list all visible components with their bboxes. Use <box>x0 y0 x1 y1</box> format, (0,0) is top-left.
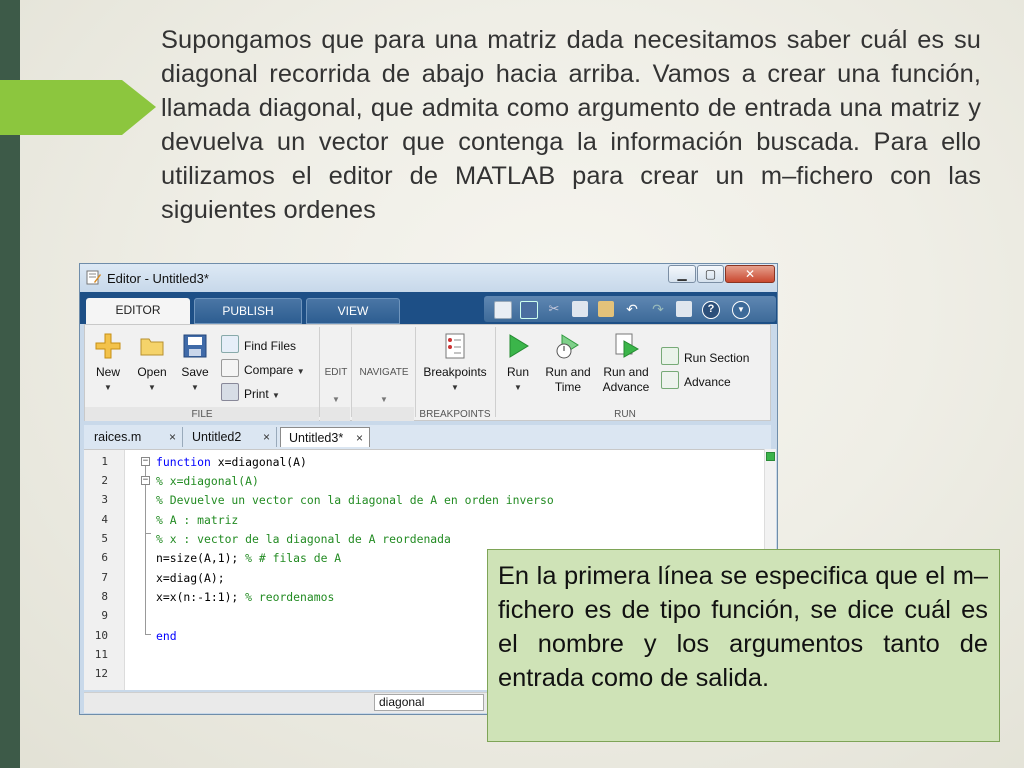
fold-toggle[interactable]: − <box>141 457 150 466</box>
tab-editor[interactable]: EDITOR <box>86 298 190 324</box>
close-tab-icon[interactable]: × <box>356 428 363 448</box>
code-line: function x=diagonal(A) <box>156 455 307 469</box>
save-icon[interactable] <box>520 301 538 319</box>
print-button[interactable]: Print ▼ <box>221 383 280 401</box>
ribbon-tab-strip: EDITOR PUBLISH VIEW ✂ ↶ ↷ ? ▼ <box>80 292 777 324</box>
help-icon[interactable]: ? <box>702 301 720 319</box>
find-files-button[interactable]: Find Files <box>221 335 296 353</box>
doc-tab-raices[interactable]: raices.m × <box>86 427 182 447</box>
close-tab-icon[interactable]: × <box>263 427 270 447</box>
print-icon <box>221 383 239 401</box>
open-button[interactable]: Open ▼ <box>133 331 171 395</box>
new-button[interactable]: New ▼ <box>91 331 125 395</box>
explanation-callout: En la primera línea se especifica que el… <box>487 549 1000 742</box>
find-files-icon <box>221 335 239 353</box>
run-and-advance-icon <box>615 333 640 358</box>
advance-button[interactable]: Advance <box>661 371 731 389</box>
section-file-label: FILE <box>191 409 213 420</box>
save-icon <box>183 334 207 358</box>
line-number: 10 <box>94 629 108 642</box>
line-number: 2 <box>101 474 108 487</box>
slide-arrow <box>0 80 156 135</box>
section-breakpoints-label: BREAKPOINTS <box>419 409 491 420</box>
minimize-button[interactable]: ▁ <box>668 265 696 283</box>
run-section-icon <box>661 347 679 365</box>
editor-app-icon <box>86 270 101 285</box>
new-icon <box>95 333 121 359</box>
edit-menu[interactable]: EDIT ▼ <box>321 365 351 407</box>
breakpoints-button[interactable]: Breakpoints ▼ <box>419 331 491 395</box>
quick-access-toolbar: ✂ ↶ ↷ ? ▼ <box>484 296 776 322</box>
run-section-button[interactable]: Run Section <box>661 347 749 365</box>
document-tabs: raices.m × Untitled2 × Untitled3* × <box>84 425 771 449</box>
navigate-menu[interactable]: NAVIGATE ▼ <box>353 365 415 407</box>
code-line: % x=diagonal(A) <box>156 474 259 488</box>
slide-paragraph: Supongamos que para una matriz dada nece… <box>161 26 981 224</box>
code-line: x=diag(A); <box>156 571 225 585</box>
window-icon[interactable] <box>676 301 692 317</box>
window-title: Editor - Untitled3* <box>107 271 209 286</box>
title-bar: Editor - Untitled3* ▁ ▢ ✕ <box>80 264 777 292</box>
layout-icon[interactable] <box>494 301 512 319</box>
run-button[interactable]: Run ▼ <box>501 331 535 395</box>
code-line: % x : vector de la diagonal de A reorden… <box>156 532 451 546</box>
paste-icon[interactable] <box>598 301 614 317</box>
run-and-time-button[interactable]: Run and Time <box>543 331 593 395</box>
tab-view[interactable]: VIEW <box>306 298 400 324</box>
code-analyzer-indicator[interactable] <box>766 452 775 461</box>
close-tab-icon[interactable]: × <box>169 427 176 447</box>
code-line: x=x(n:-1:1); % reordenamos <box>156 590 335 604</box>
line-number: 12 <box>94 667 108 680</box>
run-icon <box>509 334 529 358</box>
fold-toggle[interactable]: − <box>141 476 150 485</box>
section-run-label: RUN <box>614 409 636 420</box>
copy-icon[interactable] <box>572 301 588 317</box>
code-line: n=size(A,1); % # filas de A <box>156 551 342 565</box>
line-number: 4 <box>101 513 108 526</box>
tab-publish[interactable]: PUBLISH <box>194 298 302 324</box>
line-number: 9 <box>101 609 108 622</box>
code-line: % A : matriz <box>156 513 239 527</box>
maximize-button[interactable]: ▢ <box>697 265 724 283</box>
line-number: 6 <box>101 551 108 564</box>
menu-icon[interactable]: ▼ <box>732 301 750 319</box>
breakpoints-icon <box>445 333 465 359</box>
folder-icon <box>140 338 164 356</box>
run-and-advance-button[interactable]: Run and Advance <box>599 331 653 395</box>
line-number: 7 <box>101 571 108 584</box>
line-number: 5 <box>101 532 108 545</box>
compare-button[interactable]: Compare ▼ <box>221 359 305 377</box>
redo-icon[interactable]: ↷ <box>650 301 666 317</box>
line-number: 1 <box>101 455 108 468</box>
save-button[interactable]: Save ▼ <box>177 331 213 395</box>
doc-tab-untitled3[interactable]: Untitled3* × <box>280 427 370 447</box>
line-number-gutter: 1 2 3 4 5 6 7 8 9 10 11 12 <box>84 450 125 690</box>
code-line: % Devuelve un vector con la diagonal de … <box>156 493 554 507</box>
line-number: 11 <box>94 648 108 661</box>
code-line: end <box>156 629 177 643</box>
compare-icon <box>221 359 239 377</box>
cut-icon[interactable]: ✂ <box>546 301 562 317</box>
ribbon: New ▼ Open ▼ Save ▼ Find Files Compare ▼ Pr… <box>84 324 771 421</box>
close-button[interactable]: ✕ <box>725 265 775 283</box>
undo-icon[interactable]: ↶ <box>624 301 640 317</box>
function-name-field[interactable]: diagonal <box>374 694 484 711</box>
run-and-time-icon <box>556 334 579 359</box>
line-number: 8 <box>101 590 108 603</box>
advance-icon <box>661 371 679 389</box>
doc-tab-untitled2[interactable]: Untitled2 × <box>184 427 276 447</box>
line-number: 3 <box>101 493 108 506</box>
